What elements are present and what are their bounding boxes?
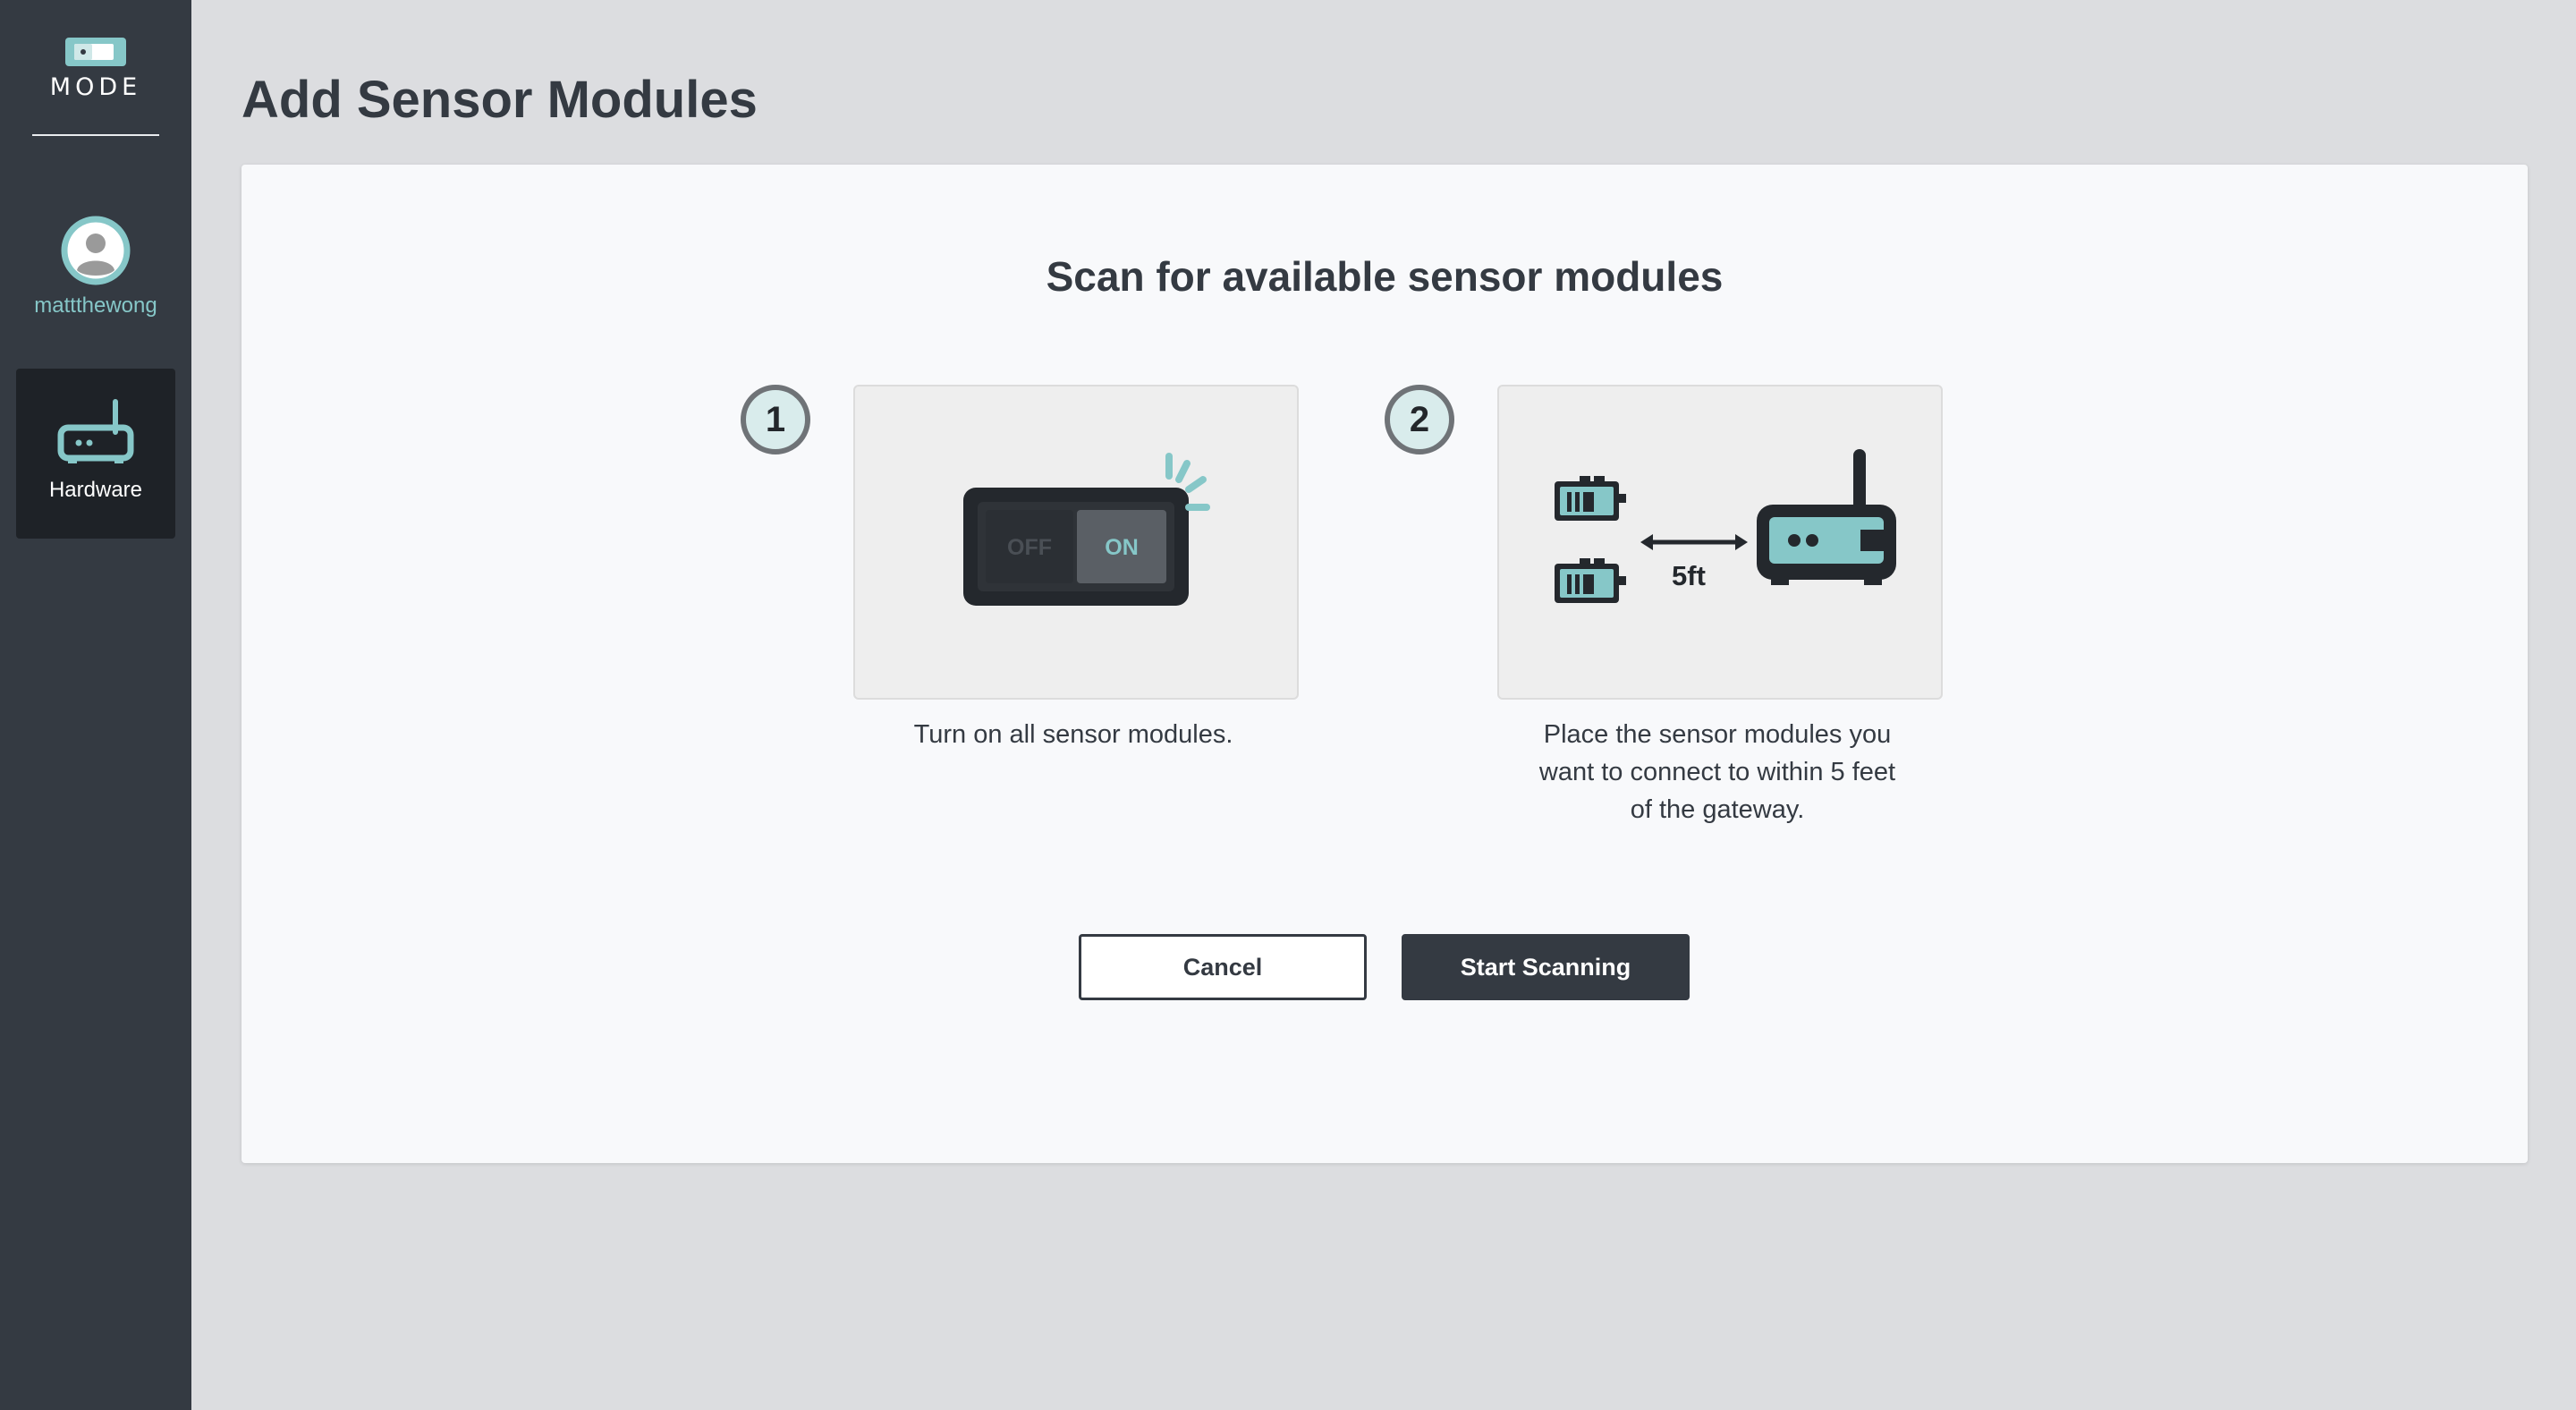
avatar-icon — [61, 216, 131, 285]
page-title: Add Sensor Modules — [242, 71, 758, 129]
start-scanning-button[interactable]: Start Scanning — [1402, 934, 1690, 1000]
card-title: Scan for available sensor modules — [1046, 253, 1724, 300]
sensor-gateway-distance-icon: 5ft — [1555, 449, 1896, 603]
step-1-illustration: OFF ON — [853, 385, 1299, 700]
step-1-badge: 1 — [741, 385, 810, 454]
step-1-text: Turn on all sensor modules. — [913, 720, 1233, 749]
step-2-text: Place the sensor modules you want to con… — [1476, 716, 1959, 828]
router-icon — [57, 399, 134, 463]
cancel-button[interactable]: Cancel — [1079, 934, 1367, 1000]
distance-label: 5ft — [1672, 560, 1706, 591]
scan-card: Scan for available sensor modules 1 OFF … — [242, 165, 2528, 1163]
sidebar-item-hardware[interactable]: Hardware — [16, 369, 175, 539]
step-2-text-line: Place the sensor modules you — [1543, 720, 1892, 749]
user-profile[interactable]: mattthewong — [0, 215, 191, 319]
sidebar-divider — [32, 134, 159, 136]
power-switch-icon: OFF ON — [963, 453, 1210, 606]
sidebar-item-label: Hardware — [48, 478, 143, 502]
step-2-text-line: of the gateway. — [1630, 795, 1805, 824]
logo[interactable]: MODE — [0, 36, 191, 101]
step-2-illustration: 5ft — [1497, 385, 1943, 700]
username: mattthewong — [34, 293, 157, 318]
step-2-badge: 2 — [1385, 385, 1454, 454]
sidebar: MODE mattthewong Hardware — [0, 0, 191, 1410]
switch-off-label: OFF — [1007, 535, 1052, 560]
switch-on-label: ON — [1105, 535, 1139, 560]
step-2-text-line: want to connect to within 5 feet — [1538, 758, 1896, 786]
logo-text: MODE — [49, 73, 142, 101]
mode-logo-icon — [65, 38, 126, 66]
